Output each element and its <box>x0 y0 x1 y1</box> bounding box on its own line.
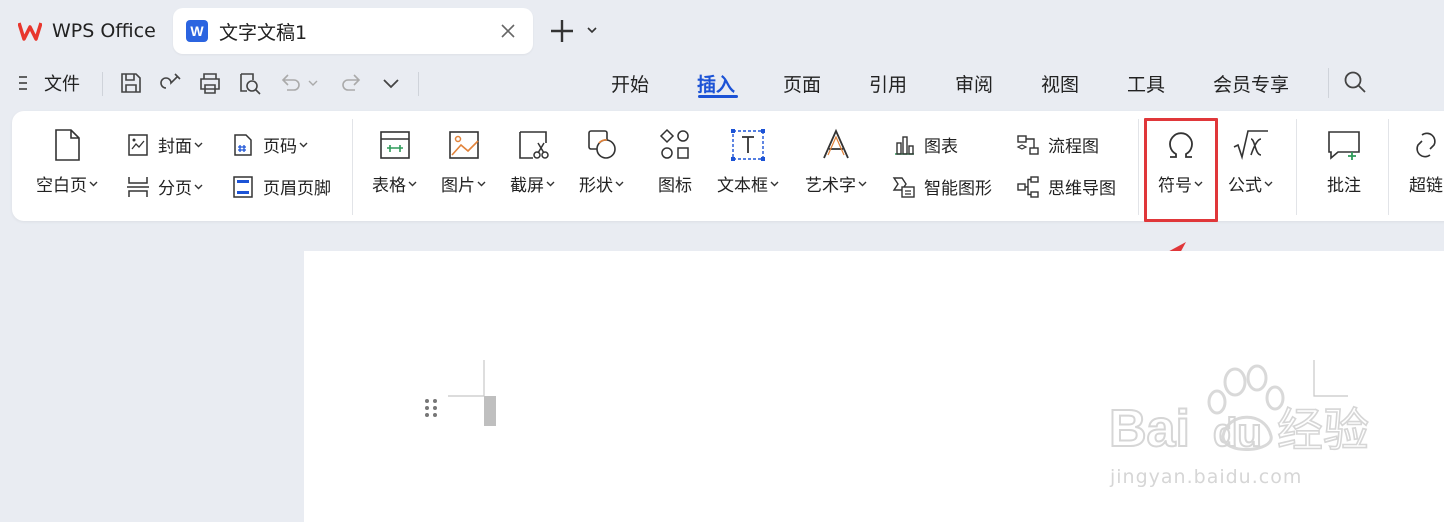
drag-handle-icon[interactable] <box>424 398 438 422</box>
watermark-text: jingyan.baidu.com <box>1110 466 1303 488</box>
svg-text:经验: 经验 <box>1277 403 1369 457</box>
svg-text:du: du <box>1213 411 1262 455</box>
text-cursor <box>484 396 496 426</box>
svg-text:Bai: Bai <box>1109 400 1190 458</box>
